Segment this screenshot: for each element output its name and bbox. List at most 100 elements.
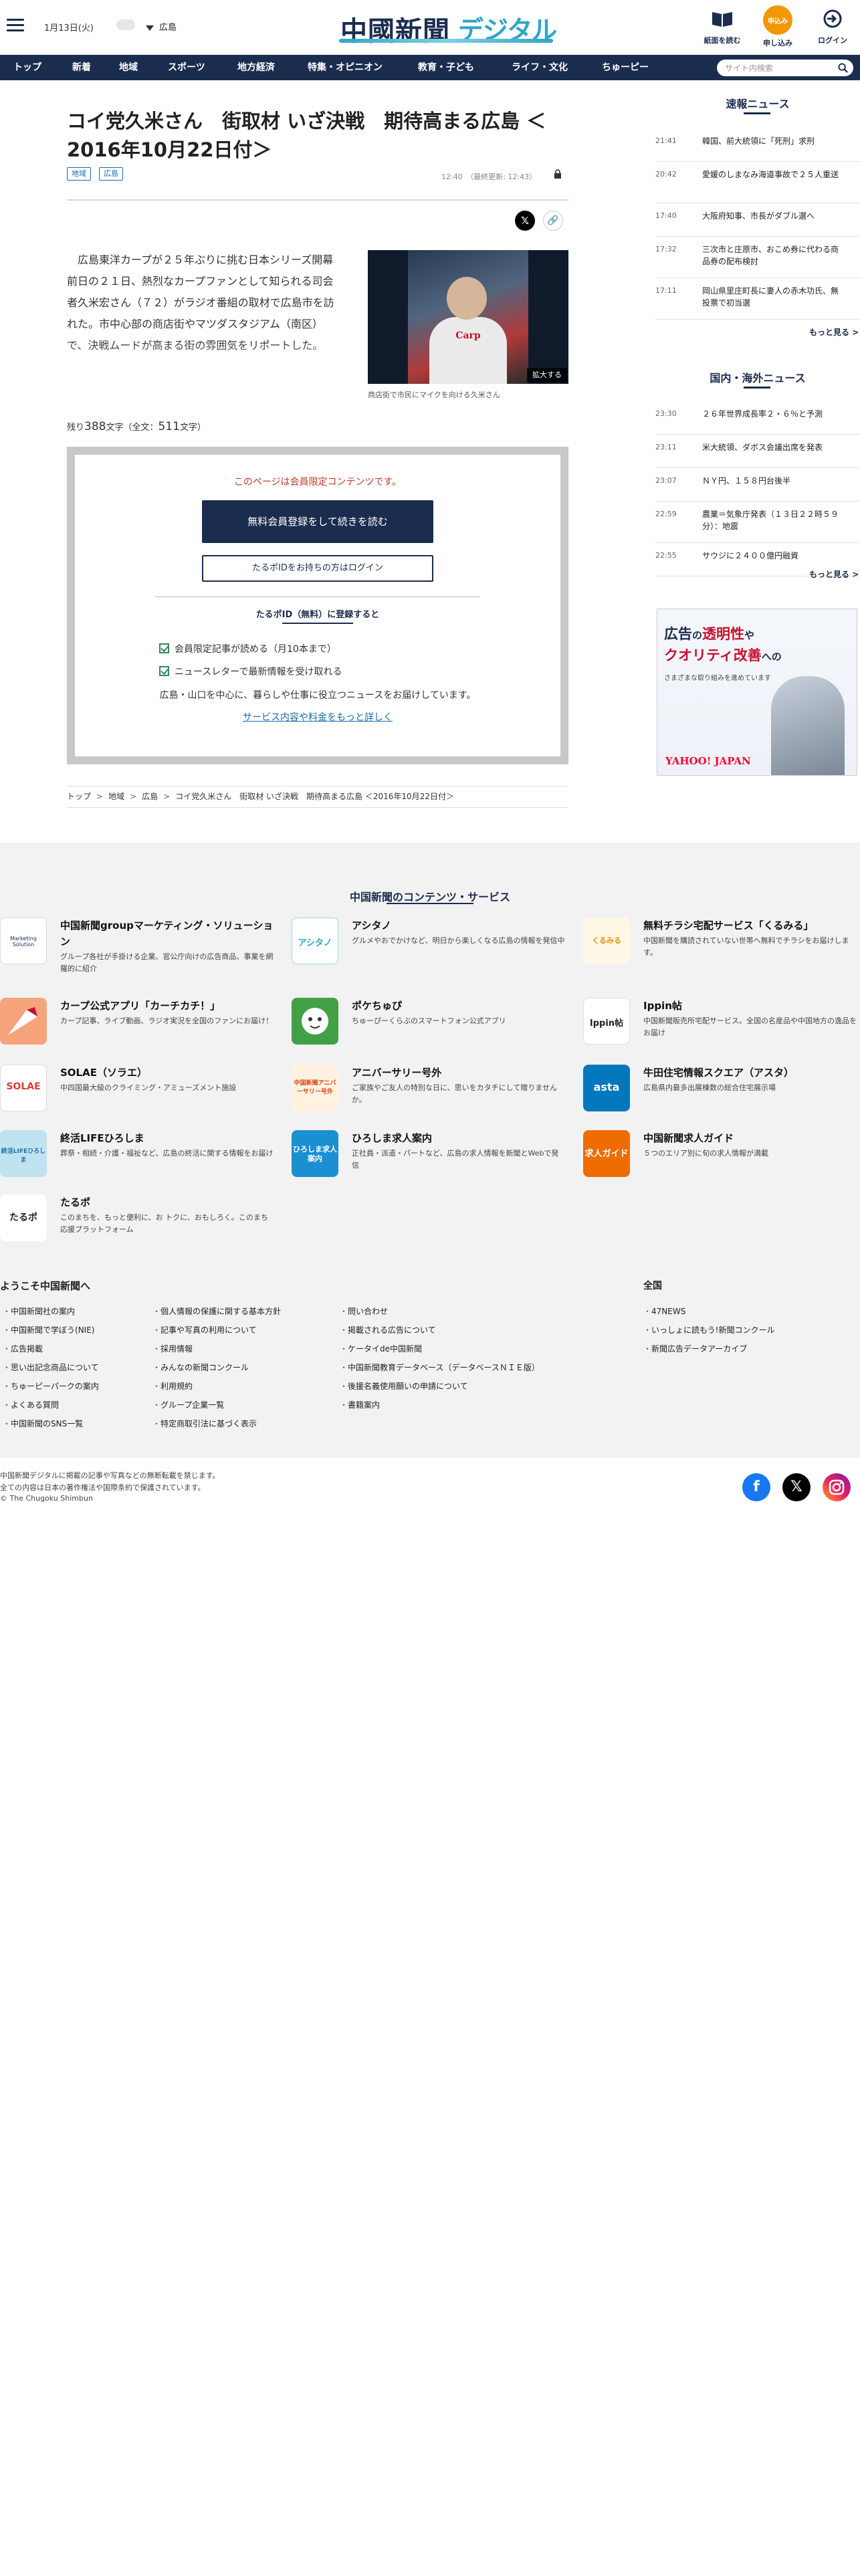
service-item[interactable]: アシタノ アシタノ グルメやおでかけなど、明日から楽しくなる広島の情報を発信中 [292,918,566,971]
list-item[interactable]: 23:07 ＮＹ円、１５８円台後半 [655,468,860,502]
login-link-button[interactable]: たるポIDをお持ちの方はログイン [202,555,433,582]
nav-region[interactable]: 地域 [119,55,138,80]
nav-economy[interactable]: 地方経済 [237,55,275,80]
list-item[interactable]: 17:40 大阪府知事、市長がダブル選へ [655,203,860,237]
facebook-icon[interactable]: f [742,1473,770,1501]
remaining-chars: 残り388文字（全文：511文字） [67,420,206,433]
nav-life-culture[interactable]: ライフ・文化 [512,55,568,80]
sidebar-ad[interactable]: 広告の透明性や クオリティ改善への さまざまな取り組みを進めています YAHOO!… [657,609,857,776]
footer-link[interactable]: 個人情報の保護に関する基本方針 [152,1305,281,1317]
service-thumb: Ippin帖 [583,998,630,1045]
footer-link[interactable]: よくある質問 [3,1399,59,1410]
read-paper-button[interactable]: 紙面を読む [699,5,746,45]
list-item[interactable]: 17:32 三次市と庄原市、おこめ券に代わる商品券の配布検討 [655,237,860,278]
carp-app-icon [0,998,47,1045]
footer-link[interactable]: グループ企業一覧 [152,1399,224,1410]
footer-link[interactable]: 特定商取引法に基づく表示 [152,1418,257,1429]
service-item[interactable]: Marketing Solution 中国新聞groupマーケティング・ソリュー… [0,918,274,973]
nav-education[interactable]: 教育・子ども [418,55,474,80]
nav-latest[interactable]: 新着 [72,55,91,80]
check-icon [159,666,169,676]
x-icon[interactable]: 𝕏 [782,1473,811,1501]
footer-link[interactable]: 中国新聞社の案内 [3,1305,75,1317]
list-item[interactable]: 22:59 農業＝気象庁発表（１３日２２時５９分）：地震 [655,502,860,543]
footer-link[interactable]: 中国新聞で学ぼう(NIE) [3,1324,94,1335]
main-nav: トップ 新着 地域 スポーツ 地方経済 特集・オピニオン 教育・子ども ライフ・… [0,55,860,80]
paywall-notice: このページは会員限定コンテンツです。 [233,477,402,488]
footer-link[interactable]: 掲載される広告について [340,1324,436,1335]
subscribe-button[interactable]: 申込み 申し込み [754,5,801,48]
copyright-line: 中国新聞デジタルに掲載の記事や写真などの無断転載を禁じます。 [0,1471,220,1480]
footer-link[interactable]: 利用規約 [152,1380,193,1392]
list-item[interactable]: 23:11 米大統領、ダボス会議出席を発表 [655,435,860,468]
footer-link[interactable]: 後援名義使用願いの申請について [340,1380,468,1392]
service-item[interactable]: SOLAE SOLAE（ソラエ） 中四国最大級のクライミング・アミューズメント施… [0,1065,274,1118]
service-item[interactable]: asta 牛田住宅情報スクエア（アスタ） 広島県内最多出展棟数の総合住宅展示場 [583,1065,857,1118]
service-item[interactable]: くるみる 無料チラシ宅配サービス「くるみる」 中国新聞を購読されていない世帯へ無… [583,918,857,971]
breadcrumb-top[interactable]: トップ [67,792,91,801]
caret-down-icon [146,25,154,31]
footer-link[interactable]: みんなの新聞コンクール [152,1362,249,1373]
title-divider [67,199,568,201]
login-button[interactable]: ログイン [809,5,856,45]
site-logo[interactable]: 中國新聞 デジタル [338,4,558,47]
footer-link[interactable]: 新聞広告データアーカイブ [643,1343,747,1354]
service-item[interactable]: 求人ガイド 中国新聞求人ガイド ５つのエリア別に旬の求人情報が満載 [583,1130,857,1184]
footer-link[interactable]: 中国新聞教育データベース（データベースＮＩＥ版） [340,1362,540,1373]
nav-top[interactable]: トップ [13,55,41,80]
article-photo[interactable]: Carp [368,250,568,384]
hamburger-menu-icon[interactable] [7,19,24,32]
copyright-line: © The Chugoku Shimbun [0,1494,93,1503]
instagram-icon[interactable] [823,1473,851,1501]
footer-link[interactable]: 中国新聞のSNS一覧 [3,1418,83,1429]
service-item[interactable]: ひろしま求人案内 ひろしま求人案内 正社員・派遣・パートなど、広島の求人情報を新… [292,1130,566,1184]
share-x-button[interactable]: 𝕏 [515,211,535,231]
enlarge-button[interactable]: 拡大する [527,368,567,383]
service-thumb: アシタノ [292,918,338,964]
services-title: 中国新聞のコンテンツ・サービス [349,891,510,903]
footer-link[interactable]: いっしょに読もう!新聞コンクール [643,1324,774,1335]
service-item[interactable]: 終活LIFEひろしま 終活LIFEひろしま 葬祭・相続・介護・福祉など、広島の終… [0,1130,274,1184]
service-item[interactable]: カープ公式アプリ「カーチカチ！」 カープ記事、ライブ動画、ラジオ実況を全国のファ… [0,998,274,1051]
breaking-more-link[interactable]: もっと見る > [809,326,859,338]
service-item[interactable]: Ippin帖 Ippin帖 中国新聞販売所宅配サービス。全国の名産品や中国地方の… [583,998,857,1051]
footer-link[interactable]: 採用情報 [152,1343,193,1354]
link-icon: 🔗 [547,215,559,226]
footer-link[interactable]: ちゅーピーパークの案内 [3,1380,99,1392]
list-item[interactable]: 23:30 ２６年世界成長率２・６％と予測 [655,401,860,435]
ad-logo: YAHOO! JAPAN [665,755,751,767]
footer-link[interactable]: 思い出記念商品について [3,1362,99,1373]
nav-sports[interactable]: スポーツ [168,55,205,80]
footer-link[interactable]: ケータイde中国新聞 [340,1343,422,1354]
service-item[interactable]: ポケちゅぴ ちゅーぴーくらぶのスマートフォン公式アプリ [292,998,566,1051]
subscribe-icon: 申込み [763,5,792,35]
tag-hiroshima[interactable]: 広島 [99,167,123,181]
remaining-count: 388 [84,420,106,433]
list-item[interactable]: 21:41 韓国、前大統領に「死刑」求刑 [655,128,860,162]
nav-chupy[interactable]: ちゅーピー [602,55,649,80]
welcome-title: ようこそ中国新聞へ [0,1280,91,1292]
footer-link[interactable]: 書籍案内 [340,1399,380,1410]
region-select[interactable]: 広島 [146,20,177,33]
breadcrumb-region[interactable]: 地域 [108,792,124,801]
ad-subtext: さまざまな取り組みを進めています [664,675,771,682]
search-icon[interactable] [838,63,848,73]
nav-features[interactable]: 特集・オピニオン [308,55,383,80]
register-button[interactable]: 無料会員登録をして続きを読む [202,500,433,543]
footer-link[interactable]: 記事や写真の利用について [152,1324,257,1335]
world-more-link[interactable]: もっと見る > [809,568,859,580]
list-item[interactable]: 17:11 岡山県里庄町長に妻人の赤木功氏、無投票で初当選 [655,278,860,320]
copy-link-button[interactable]: 🔗 [543,211,563,231]
footer-link[interactable]: 広告掲載 [3,1343,43,1354]
breadcrumb-hiroshima[interactable]: 広島 [142,792,158,801]
service-item[interactable]: 中国新聞アニバーサリー号外 アニバーサリー号外 ご家族やご友人の特別な日に、思い… [292,1065,566,1118]
search-input[interactable] [725,62,832,74]
benefit-item: ニュースレターで最新情報を受け取れる [159,665,342,678]
tag-region[interactable]: 地域 [67,167,91,181]
footer-link[interactable]: 47NEWS [643,1305,685,1317]
service-details-link[interactable]: サービス内容や料金をもっと詳しく [75,710,560,724]
service-item[interactable]: たるポ たるポ このまちを、もっと便利に、お トクに、おもしろく。このまち応援プ… [0,1194,274,1248]
footer-link[interactable]: 問い合わせ [340,1305,388,1317]
national-title: 全国 [643,1281,662,1291]
list-item[interactable]: 20:42 愛媛のしまなみ海道事故で２５人重送 [655,162,860,203]
